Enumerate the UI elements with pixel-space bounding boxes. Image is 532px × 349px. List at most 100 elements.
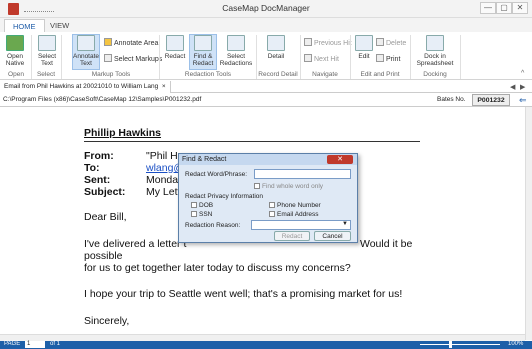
annotate-text-icon (77, 35, 95, 51)
close-button[interactable]: ✕ (512, 2, 528, 14)
group-redaction-tools: Redaction Tools (184, 71, 232, 78)
open-native-button[interactable]: Open Native (3, 35, 27, 67)
group-markup-tools: Markup Tools (91, 71, 131, 78)
page-label: PAGE (4, 341, 21, 347)
tab-home[interactable]: HOME (4, 19, 45, 32)
ssn-checkbox[interactable]: SSN (191, 211, 212, 218)
reason-select[interactable]: ▼ (251, 220, 351, 230)
delete-button[interactable]: Delete (376, 38, 406, 47)
dob-checkbox[interactable]: DOB (191, 202, 213, 209)
annotate-text-button[interactable]: Annotate Text (72, 34, 100, 70)
phrase-label: Redact Word/Phrase: (185, 171, 248, 178)
redact-button[interactable]: Redact (163, 35, 187, 60)
detail-icon (267, 35, 285, 51)
zoom-level: 100% (508, 341, 524, 347)
divider (159, 35, 160, 79)
page-count: of 1 (50, 341, 61, 347)
go-arrow-icon[interactable]: ⇐ (519, 95, 527, 106)
close-tab-icon[interactable]: × (162, 83, 166, 90)
body-line-1c: possible (84, 250, 123, 262)
open-native-icon (6, 35, 24, 51)
select-text-button[interactable]: Select Text (35, 35, 59, 67)
window-title: CaseMap DocManager (222, 3, 310, 13)
dock-spreadsheet-button[interactable]: Dock in Spreadsheet (413, 35, 457, 67)
group-open: Open (8, 71, 24, 78)
body-line-1a: I've delivered a letter t (84, 238, 187, 250)
divider (410, 35, 411, 79)
find-redact-icon (194, 35, 212, 51)
divider (31, 35, 32, 79)
print-button[interactable]: Print (376, 54, 400, 63)
group-navigate: Navigate (312, 71, 338, 78)
divider (61, 35, 62, 79)
subject-label: Subject: (84, 186, 126, 198)
edit-button[interactable]: Edit (355, 35, 373, 60)
body-line-3: Sincerely, (84, 315, 130, 327)
select-redactions-icon (227, 35, 245, 51)
group-record-detail: Record Detail (258, 71, 298, 78)
body-line-1b: Would it be (360, 238, 413, 250)
vertical-scrollbar[interactable] (525, 107, 532, 340)
dock-icon (426, 35, 444, 51)
from-value: "Phil H (146, 150, 178, 162)
ribbon-collapse-icon[interactable]: ^ (521, 70, 524, 77)
privacy-label: Redact Privacy Information (185, 193, 264, 200)
zoom-slider-thumb[interactable] (449, 341, 452, 348)
tab-scroll-left-icon[interactable]: ◀ (510, 83, 515, 91)
bates-value: P001232 (472, 94, 510, 106)
divider (300, 35, 301, 79)
cancel-button[interactable]: Cancel (314, 231, 351, 241)
next-hit-icon (304, 54, 312, 62)
previous-hit-icon (304, 38, 312, 46)
select-text-icon (38, 35, 56, 51)
print-icon (376, 54, 384, 62)
find-redact-dialog: Find & Redact ✕ Redact Word/Phrase: Find… (178, 153, 358, 243)
reason-label: Redaction Reason: (185, 222, 241, 229)
edit-icon (355, 35, 373, 51)
phrase-input[interactable] (254, 169, 351, 179)
dialog-close-button[interactable]: ✕ (327, 155, 353, 164)
sender-name: Phillip Hawkins (84, 127, 162, 139)
annotate-area-button[interactable]: Annotate Area (104, 38, 158, 47)
to-label: To: (84, 162, 100, 174)
find-redact-button[interactable]: Find & Redact (189, 34, 217, 70)
previous-hit-button[interactable]: Previous Hit (304, 38, 352, 47)
divider (256, 35, 257, 79)
group-select: Select (36, 71, 56, 78)
select-markups-button[interactable]: Select Markups (104, 54, 162, 63)
chevron-down-icon: ▼ (342, 221, 348, 227)
bates-label: Bates No. (437, 96, 466, 103)
phone-checkbox[interactable]: Phone Number (269, 202, 321, 209)
detail-button[interactable]: Detail (264, 35, 288, 60)
ribbon-tabs (0, 18, 532, 32)
redact-dialog-button[interactable]: Redact (274, 231, 310, 241)
sent-label: Sent: (84, 174, 111, 186)
page-input[interactable]: 1 (25, 341, 45, 348)
body-line-1d: for us to get together later today to di… (84, 262, 351, 274)
file-path: C:\Program Files (x86)\CaseSoft\CaseMap … (3, 96, 202, 103)
tab-scroll-right-icon[interactable]: ▶ (520, 83, 525, 91)
greeting: Dear Bill, (84, 211, 127, 223)
email-checkbox[interactable]: Email Address (269, 211, 319, 218)
next-hit-button[interactable]: Next Hit (304, 54, 339, 63)
whole-word-checkbox[interactable]: Find whole word only (254, 183, 323, 190)
document-tab[interactable]: Email from Phil Hawkins at 20021010 to W… (0, 81, 171, 93)
from-label: From: (84, 150, 114, 162)
horizontal-scrollbar[interactable] (0, 334, 525, 341)
group-edit-print: Edit and Print (360, 71, 400, 78)
zoom-slider[interactable] (420, 344, 500, 345)
status-bar (0, 341, 532, 349)
maximize-button[interactable]: ▢ (496, 2, 512, 14)
select-redactions-button[interactable]: Select Redactions (219, 35, 253, 67)
delete-icon (376, 38, 384, 46)
redact-icon (166, 35, 184, 51)
group-docking: Docking (423, 71, 447, 78)
minimize-button[interactable]: — (480, 2, 496, 14)
divider (460, 35, 461, 79)
body-line-2: I hope your trip to Seattle went well; t… (84, 288, 403, 300)
select-markups-icon (104, 54, 112, 62)
annotate-area-icon (104, 38, 112, 46)
divider (84, 141, 420, 142)
divider (350, 35, 351, 79)
tab-view[interactable]: VIEW (42, 19, 77, 32)
